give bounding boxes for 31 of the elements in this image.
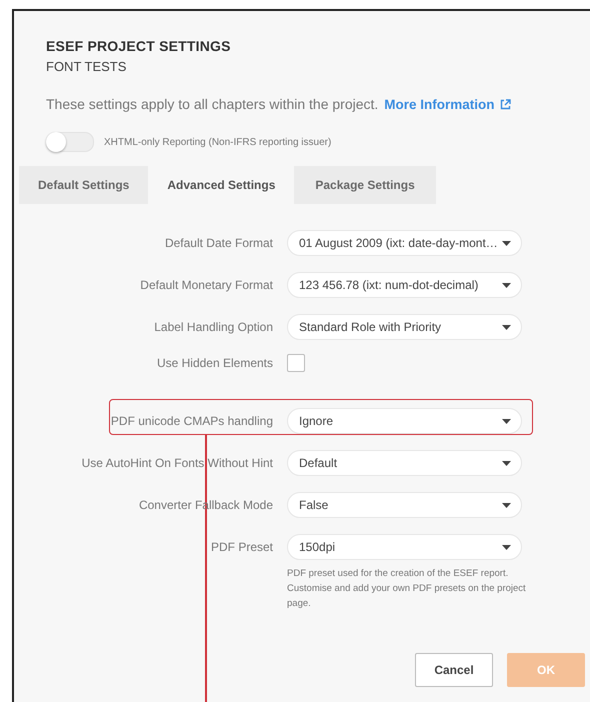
- setting-dropdown[interactable]: 01 August 2009 (ixt: date-day-mont…: [287, 230, 522, 256]
- setting-label: PDF Preset: [210, 540, 273, 554]
- dialog-title: ESEF PROJECT SETTINGS: [46, 38, 232, 54]
- caret-icon: [502, 544, 511, 550]
- setting-label: Use Hidden Elements: [156, 356, 273, 370]
- reporting-toggle[interactable]: [46, 132, 94, 152]
- caret-icon: [502, 282, 511, 288]
- caret-icon: [502, 502, 511, 508]
- setting-label: PDF unicode CMAPs handling: [110, 414, 273, 428]
- caret-icon: [502, 460, 511, 466]
- caret-icon: [502, 418, 511, 424]
- setting-dropdown[interactable]: False: [287, 492, 522, 518]
- settings-tab[interactable]: Advanced Settings: [148, 166, 294, 204]
- setting-dropdown[interactable]: 123 456.78 (ixt: num-dot-decimal): [287, 272, 522, 298]
- description-text: These settings apply to all chapters within the project.: [46, 96, 378, 112]
- setting-label: Use AutoHint On Fonts Without Hint: [80, 456, 273, 470]
- setting-checkbox[interactable]: [287, 354, 305, 372]
- setting-dropdown[interactable]: 150dpi: [287, 534, 522, 560]
- dialog-subtitle: FONT TESTS: [46, 59, 128, 74]
- setting-label: Default Monetary Format: [139, 278, 273, 292]
- caret-icon: [502, 240, 511, 246]
- setting-dropdown[interactable]: Default: [287, 450, 522, 476]
- cancel-button[interactable]: Cancel: [415, 653, 493, 687]
- setting-label: Label Handling Option: [153, 320, 273, 334]
- setting-label: Default Date Format: [164, 236, 273, 250]
- caret-icon: [502, 324, 511, 330]
- help-text: PDF preset used for the creation of the ESEF report. Customise and add your own PDF presets on the project page.: [287, 567, 527, 611]
- external-link-icon: [500, 98, 511, 110]
- toggle-label: XHTML-only Reporting (Non-IFRS reporting issuer): [104, 136, 332, 148]
- setting-dropdown[interactable]: Standard Role with Priority: [287, 314, 522, 340]
- setting-dropdown[interactable]: Ignore: [287, 408, 522, 434]
